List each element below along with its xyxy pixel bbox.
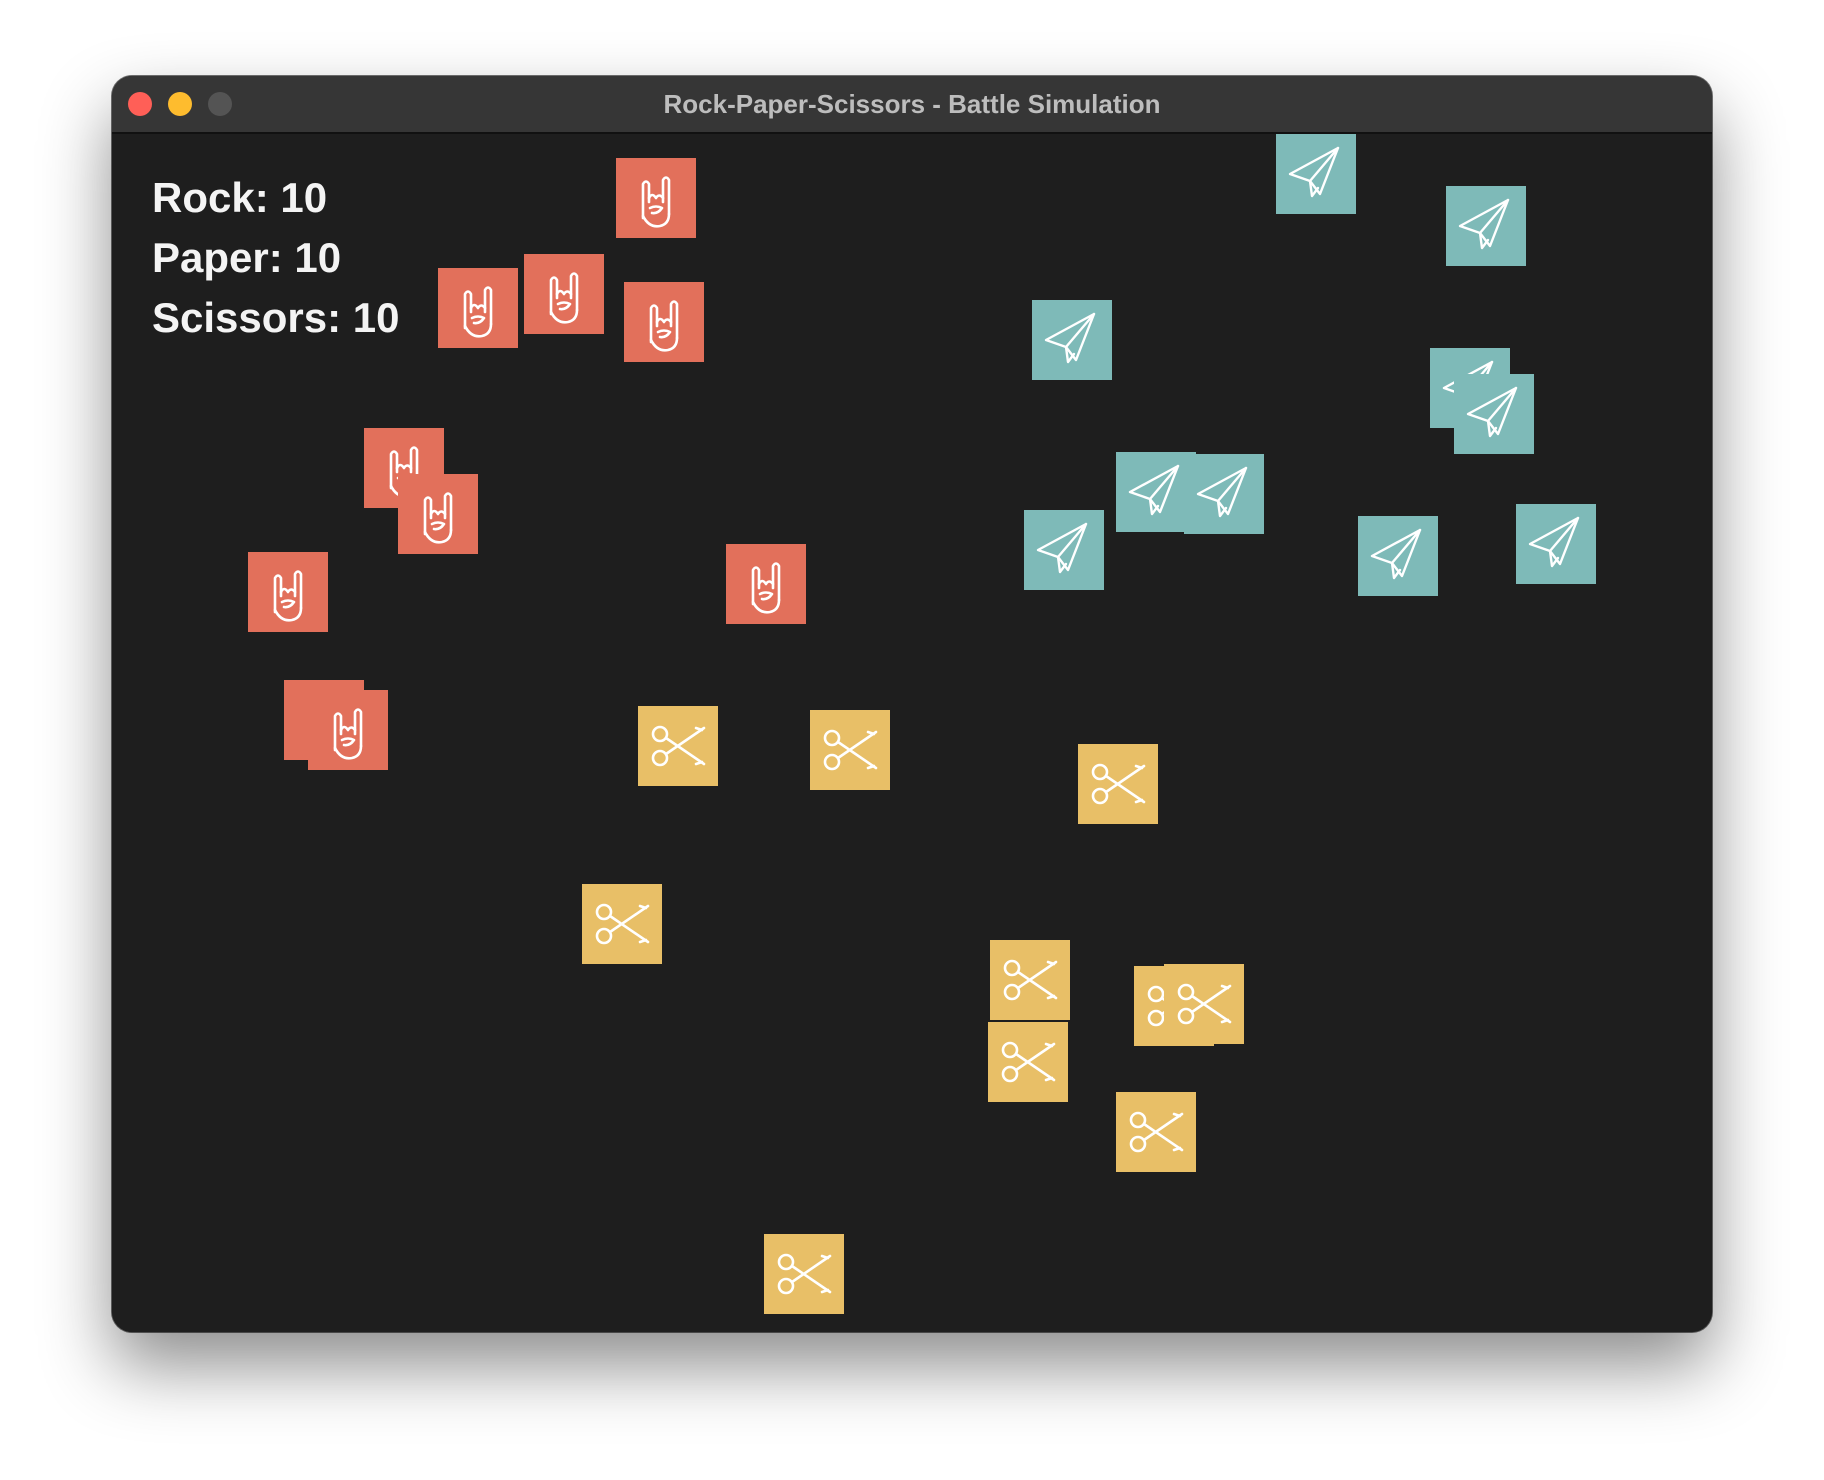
scoreboard: Rock: 10 Paper: 10 Scissors: 10 [152, 168, 400, 348]
scissors-unit [764, 1234, 844, 1314]
battle-arena[interactable]: Rock: 10 Paper: 10 Scissors: 10 [112, 134, 1712, 1332]
paper-plane-icon [1184, 454, 1264, 534]
scissors-unit [990, 940, 1070, 1020]
rock-hand-icon [616, 158, 696, 238]
paper-plane-icon [1276, 134, 1356, 214]
scissors-icon [988, 1022, 1068, 1102]
rock-unit [438, 268, 518, 348]
scissors-unit [638, 706, 718, 786]
scissors-icon [638, 706, 718, 786]
paper-unit [1276, 134, 1356, 214]
paper-plane-icon [1516, 504, 1596, 584]
rock-unit [248, 552, 328, 632]
rock-unit [398, 474, 478, 554]
rock-unit [616, 158, 696, 238]
paper-unit [1184, 454, 1264, 534]
rock-unit [624, 282, 704, 362]
scissors-icon [990, 940, 1070, 1020]
paper-plane-icon [1454, 374, 1534, 454]
scissors-icon [1164, 964, 1244, 1044]
window-title: Rock-Paper-Scissors - Battle Simulation [663, 89, 1161, 119]
app-window: Rock-Paper-Scissors - Battle Simulation … [112, 76, 1712, 1332]
rock-unit [308, 690, 388, 770]
paper-plane-icon [1032, 300, 1112, 380]
scissors-unit [810, 710, 890, 790]
rock-hand-icon [438, 268, 518, 348]
paper-unit [1024, 510, 1104, 590]
scissors-unit [1116, 1092, 1196, 1172]
paper-count: Paper: 10 [152, 234, 342, 281]
paper-unit [1032, 300, 1112, 380]
scissors-icon [1116, 1092, 1196, 1172]
rock-count: Rock: 10 [152, 174, 328, 221]
scissors-unit [582, 884, 662, 964]
rock-hand-icon [624, 282, 704, 362]
paper-plane-icon [1358, 516, 1438, 596]
scissors-count: Scissors: 10 [152, 294, 400, 341]
paper-unit [1454, 374, 1534, 454]
paper-unit [1358, 516, 1438, 596]
paper-unit [1516, 504, 1596, 584]
paper-plane-icon [1446, 186, 1526, 266]
paper-plane-icon [1024, 510, 1104, 590]
title-bar[interactable]: Rock-Paper-Scissors - Battle Simulation [112, 76, 1712, 134]
scissors-icon [1078, 744, 1158, 824]
scissors-icon [764, 1234, 844, 1314]
rock-unit [524, 254, 604, 334]
rock-hand-icon [524, 254, 604, 334]
rock-hand-icon [308, 690, 388, 770]
rock-hand-icon [398, 474, 478, 554]
scissors-unit [1078, 744, 1158, 824]
rock-hand-icon [248, 552, 328, 632]
scissors-icon [810, 710, 890, 790]
rock-unit [726, 544, 806, 624]
scissors-icon [582, 884, 662, 964]
scissors-unit [1164, 964, 1244, 1044]
scissors-unit [988, 1022, 1068, 1102]
rock-hand-icon [726, 544, 806, 624]
paper-unit [1446, 186, 1526, 266]
